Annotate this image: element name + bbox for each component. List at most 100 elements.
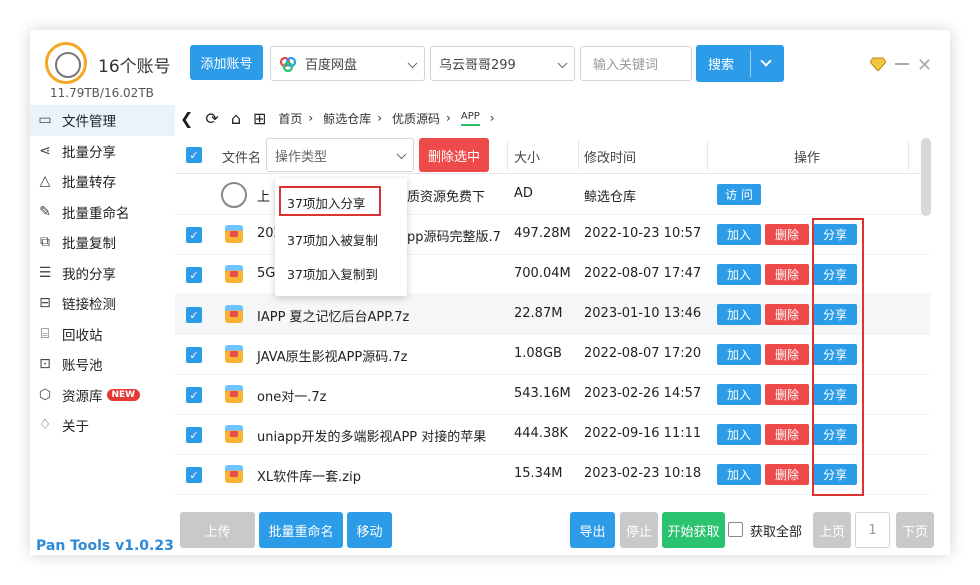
file-size: 497.28M xyxy=(514,226,571,241)
move-button[interactable]: 移动 xyxy=(347,512,392,548)
chevron-down-icon xyxy=(407,57,418,68)
row-checkbox[interactable]: ✓ xyxy=(186,307,202,323)
close-icon[interactable]: ✕ xyxy=(917,55,932,76)
sidebar-item-recycle-bin[interactable]: ⌸ 回收站 xyxy=(30,319,175,350)
new-folder-icon[interactable]: ⊞ xyxy=(253,109,266,128)
new-badge: NEW xyxy=(106,388,141,401)
sidebar-item-label: 批量分享 xyxy=(62,144,116,161)
export-button[interactable]: 导出 xyxy=(570,512,615,548)
scrollbar[interactable] xyxy=(921,138,931,216)
add-button[interactable]: 加入 xyxy=(717,464,761,485)
breadcrumb-item-current[interactable]: APP xyxy=(460,111,480,126)
menu-item-add-copied[interactable]: 37项加入被复制 xyxy=(287,230,378,249)
menu-item-add-copy-to[interactable]: 37项加入复制到 xyxy=(287,264,378,283)
delete-button[interactable]: 删除 xyxy=(765,264,809,285)
sidebar-item-file-manage[interactable]: ▭ 文件管理 xyxy=(30,105,175,136)
breadcrumb-item[interactable]: 首页 xyxy=(278,110,302,127)
storage-usage: 11.79TB/16.02TB xyxy=(50,86,154,100)
sidebar-item-batch-copy[interactable]: ⧉ 批量复制 xyxy=(30,227,175,258)
sidebar-item-batch-transfer[interactable]: △ 批量转存 xyxy=(30,166,175,197)
row-checkbox[interactable]: ✓ xyxy=(186,467,202,483)
disk-select[interactable]: 百度网盘 xyxy=(270,46,425,81)
file-name: JAVA原生影视APP源码.7z xyxy=(257,350,408,365)
file-date: 2023-01-10 13:46 xyxy=(584,306,702,321)
delete-selected-button[interactable]: 删除选中 xyxy=(419,138,489,172)
prev-page-button[interactable]: 上页 xyxy=(813,512,851,548)
sidebar-item-batch-rename[interactable]: ✎ 批量重命名 xyxy=(30,197,175,228)
user-select[interactable]: 乌云哥哥299 xyxy=(430,46,575,81)
sidebar-item-link-check[interactable]: ⊟ 链接检测 xyxy=(30,288,175,319)
file-size: 543.16M xyxy=(514,386,571,401)
file-name: uniapp开发的多端影视APP 对接的苹果 xyxy=(257,430,487,445)
col-filename: 文件名 xyxy=(222,151,262,166)
file-date: 2023-02-26 14:57 xyxy=(584,386,702,401)
sidebar-item-label: 关于 xyxy=(62,419,89,436)
sidebar-item-resource-library[interactable]: ⬡ 资源库 NEW xyxy=(30,380,175,411)
archive-icon xyxy=(225,425,243,443)
delete-button[interactable]: 删除 xyxy=(765,384,809,405)
upload-button[interactable]: 上传 xyxy=(180,512,255,548)
delete-button[interactable]: 删除 xyxy=(765,464,809,485)
add-button[interactable]: 加入 xyxy=(717,384,761,405)
operation-type-menu: 37项加入分享 37项加入被复制 37项加入复制到 xyxy=(275,178,407,296)
file-name: XL软件库一套.zip xyxy=(257,470,361,485)
archive-icon xyxy=(225,305,243,323)
file-date: 2023-02-23 10:18 xyxy=(584,466,702,481)
next-page-button[interactable]: 下页 xyxy=(896,512,934,548)
trash-icon: ⌸ xyxy=(40,325,50,342)
operation-type-select[interactable]: 操作类型 xyxy=(266,138,414,172)
archive-icon xyxy=(225,465,243,483)
add-button[interactable]: 加入 xyxy=(717,264,761,285)
sidebar-item-about[interactable]: ♢ 关于 xyxy=(30,410,175,441)
parent-folder-icon xyxy=(221,182,247,208)
breadcrumb-item[interactable]: 鲸选仓库 xyxy=(323,110,371,127)
copy-icon: ⧉ xyxy=(40,234,50,251)
stop-button[interactable]: 停止 xyxy=(620,512,658,548)
visit-button[interactable]: 访 问 xyxy=(717,184,761,205)
col-actions: 操作 xyxy=(794,151,821,166)
add-button[interactable]: 加入 xyxy=(717,304,761,325)
file-name: one对一.7z xyxy=(257,390,327,405)
my-share-icon: ☰ xyxy=(38,264,52,281)
delete-button[interactable]: 删除 xyxy=(765,344,809,365)
row-checkbox[interactable]: ✓ xyxy=(186,347,202,363)
sidebar-item-batch-share[interactable]: ⋖ 批量分享 xyxy=(30,136,175,167)
search-button[interactable]: 搜索 xyxy=(696,45,784,82)
select-all-checkbox[interactable]: ✓ xyxy=(186,147,202,163)
row-checkbox[interactable]: ✓ xyxy=(186,427,202,443)
batch-rename-button[interactable]: 批量重命名 xyxy=(259,512,343,548)
delete-button[interactable]: 删除 xyxy=(765,224,809,245)
keyword-input[interactable]: 输入关键词 xyxy=(580,46,692,81)
back-icon[interactable]: ❮ xyxy=(180,109,193,128)
operation-type-value: 操作类型 xyxy=(275,149,328,165)
file-name: 上 xyxy=(257,190,271,205)
delete-button[interactable]: 删除 xyxy=(765,304,809,325)
archive-icon xyxy=(225,345,243,363)
page-number-input[interactable]: 1 xyxy=(855,512,890,548)
row-checkbox[interactable]: ✓ xyxy=(186,227,202,243)
row-checkbox[interactable]: ✓ xyxy=(186,267,202,283)
add-button[interactable]: 加入 xyxy=(717,344,761,365)
home-icon[interactable]: ⌂ xyxy=(231,109,241,128)
refresh-icon[interactable]: ⟳ xyxy=(205,109,218,128)
chevron-down-icon[interactable] xyxy=(760,55,772,67)
minimize-icon[interactable] xyxy=(895,63,909,65)
add-button[interactable]: 加入 xyxy=(717,224,761,245)
row-checkbox[interactable]: ✓ xyxy=(186,387,202,403)
menu-item-add-share[interactable]: 37项加入分享 xyxy=(287,193,365,212)
add-account-button[interactable]: 添加账号 xyxy=(190,45,263,80)
start-fetch-button[interactable]: 开始获取 xyxy=(662,512,725,548)
col-divider xyxy=(507,140,508,170)
file-name-tail: 质资源免费下 xyxy=(407,190,486,205)
sidebar-item-my-share[interactable]: ☰ 我的分享 xyxy=(30,258,175,289)
breadcrumb-item[interactable]: 优质源码 xyxy=(392,110,440,127)
chevron-right-icon: › xyxy=(308,111,314,125)
diamond-icon[interactable] xyxy=(869,57,887,72)
sidebar-item-account-pool[interactable]: ⊡ 账号池 xyxy=(30,349,175,380)
file-date: 2022-08-07 17:47 xyxy=(584,266,702,281)
search-button-label: 搜索 xyxy=(708,58,735,73)
delete-button[interactable]: 删除 xyxy=(765,424,809,445)
col-size: 大小 xyxy=(514,151,541,166)
fetch-all-checkbox[interactable] xyxy=(728,522,743,537)
add-button[interactable]: 加入 xyxy=(717,424,761,445)
